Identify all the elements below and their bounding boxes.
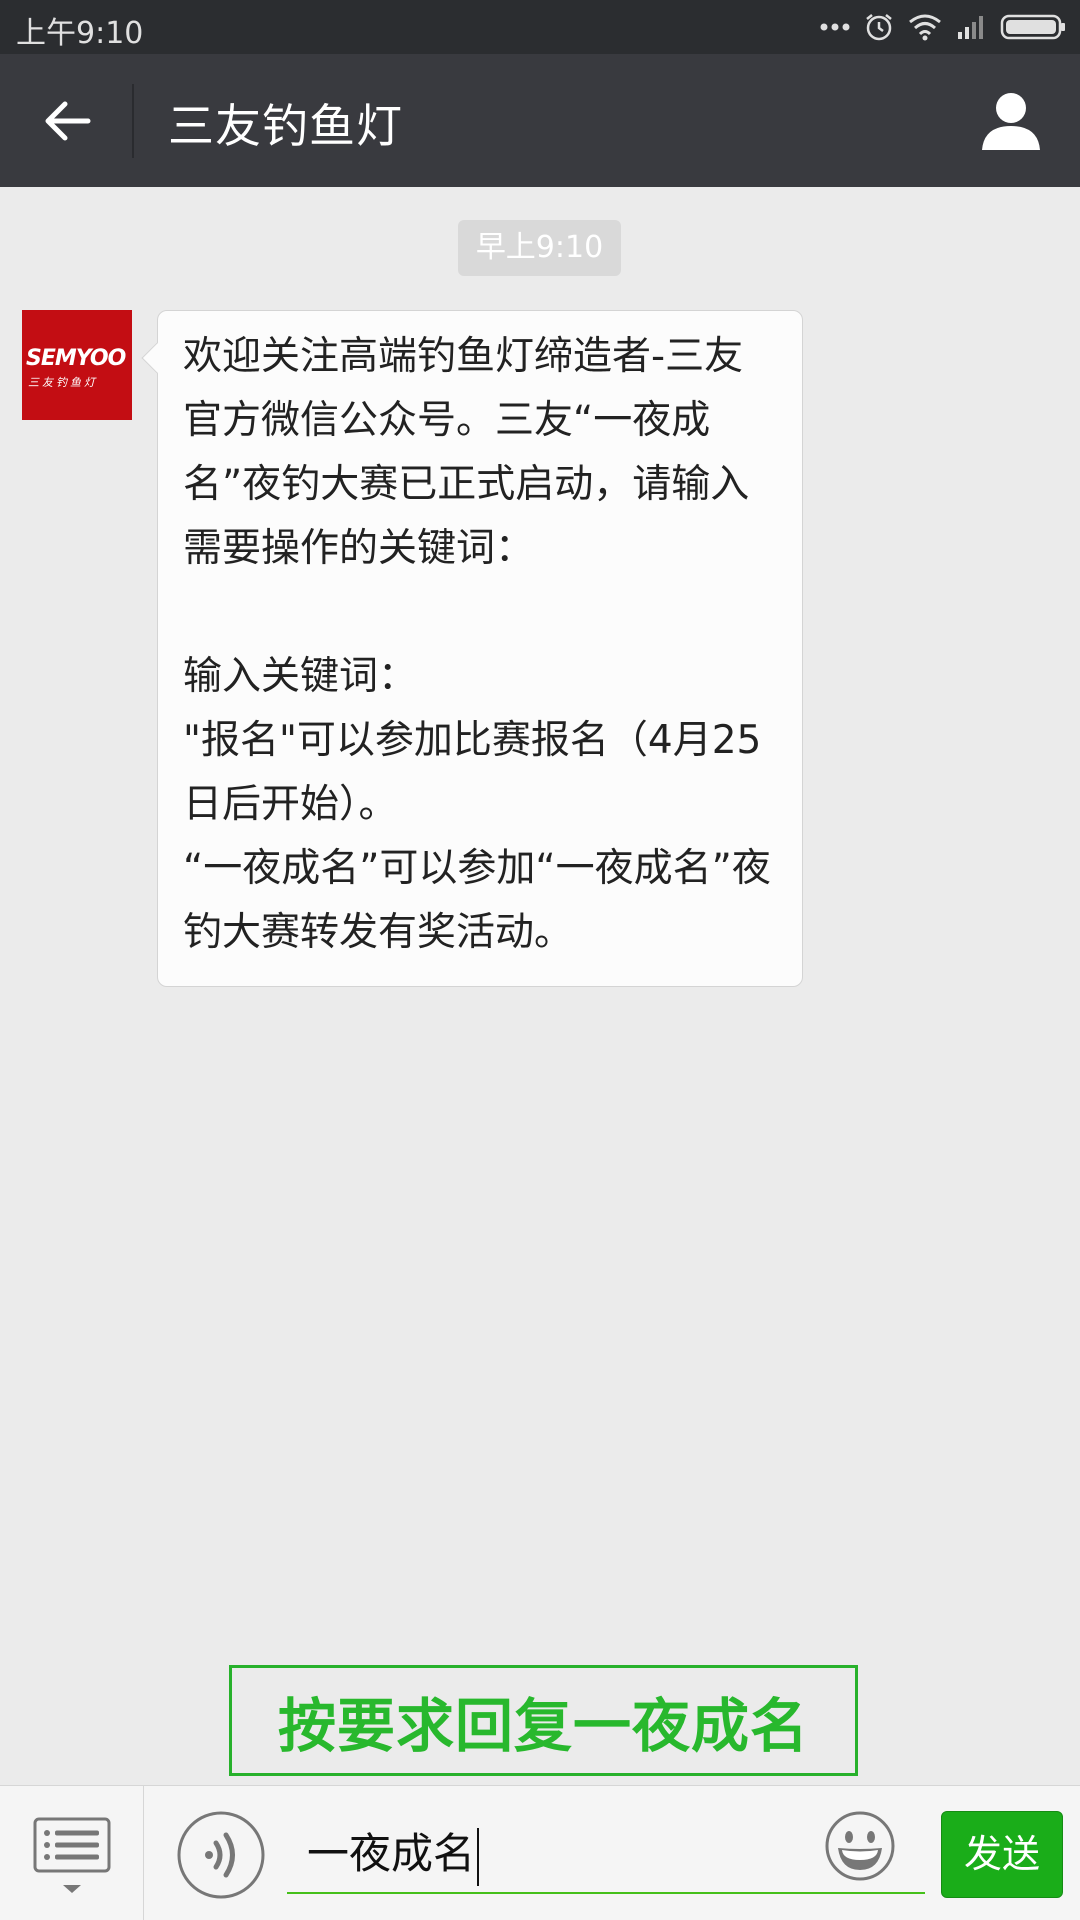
input-bar-divider (143, 1786, 144, 1920)
emoji-button[interactable] (824, 1810, 896, 1882)
chat-header: 三友钓鱼灯 (0, 54, 1080, 187)
send-button[interactable]: 发送 (941, 1811, 1063, 1898)
message-input-value: 一夜成名 (307, 1829, 476, 1878)
voice-icon (177, 1811, 265, 1899)
bubble-arrow (141, 342, 173, 374)
emoji-icon (825, 1811, 895, 1881)
message-text: 欢迎关注高端钓鱼灯缔造者-三友 官方微信公众号。三友“一夜成名”夜钓大赛已正式启… (183, 334, 771, 955)
alarm-icon (866, 14, 892, 41)
instruction-overlay: 按要求回复一夜成名 (229, 1665, 858, 1776)
wifi-icon (909, 14, 941, 41)
back-button[interactable] (30, 84, 104, 158)
page-title: 三友钓鱼灯 (168, 99, 403, 153)
signal-icon (958, 16, 983, 39)
chat-area[interactable]: 早上9:10 SEMYOO 三友钓鱼灯 欢迎关注高端钓鱼灯缔造者-三友 官方微信… (0, 187, 1080, 1785)
avatar[interactable]: SEMYOO 三友钓鱼灯 (22, 310, 132, 420)
avatar-sub-text: 三友钓鱼灯 (28, 376, 98, 389)
status-time: 上午9:10 (16, 16, 144, 51)
arrow-left-icon (45, 101, 91, 141)
more-dots-icon (820, 23, 850, 31)
list-menu-icon (33, 1817, 111, 1893)
input-bar: 一夜成名 发送 (0, 1785, 1080, 1920)
text-caret (477, 1827, 480, 1886)
voice-button[interactable] (176, 1810, 266, 1900)
message-timestamp: 早上9:10 (458, 220, 621, 276)
profile-button[interactable] (978, 88, 1044, 154)
status-icons (820, 10, 1066, 44)
avatar-brand-text: SEMYOO (26, 346, 126, 371)
header-divider (132, 84, 134, 158)
battery-icon (1000, 14, 1065, 40)
person-icon (982, 93, 1040, 150)
status-bar: 上午9:10 (0, 0, 1080, 54)
message-bubble[interactable]: 欢迎关注高端钓鱼灯缔造者-三友 官方微信公众号。三友“一夜成名”夜钓大赛已正式启… (141, 310, 803, 987)
menu-toggle-button[interactable] (32, 1816, 112, 1896)
